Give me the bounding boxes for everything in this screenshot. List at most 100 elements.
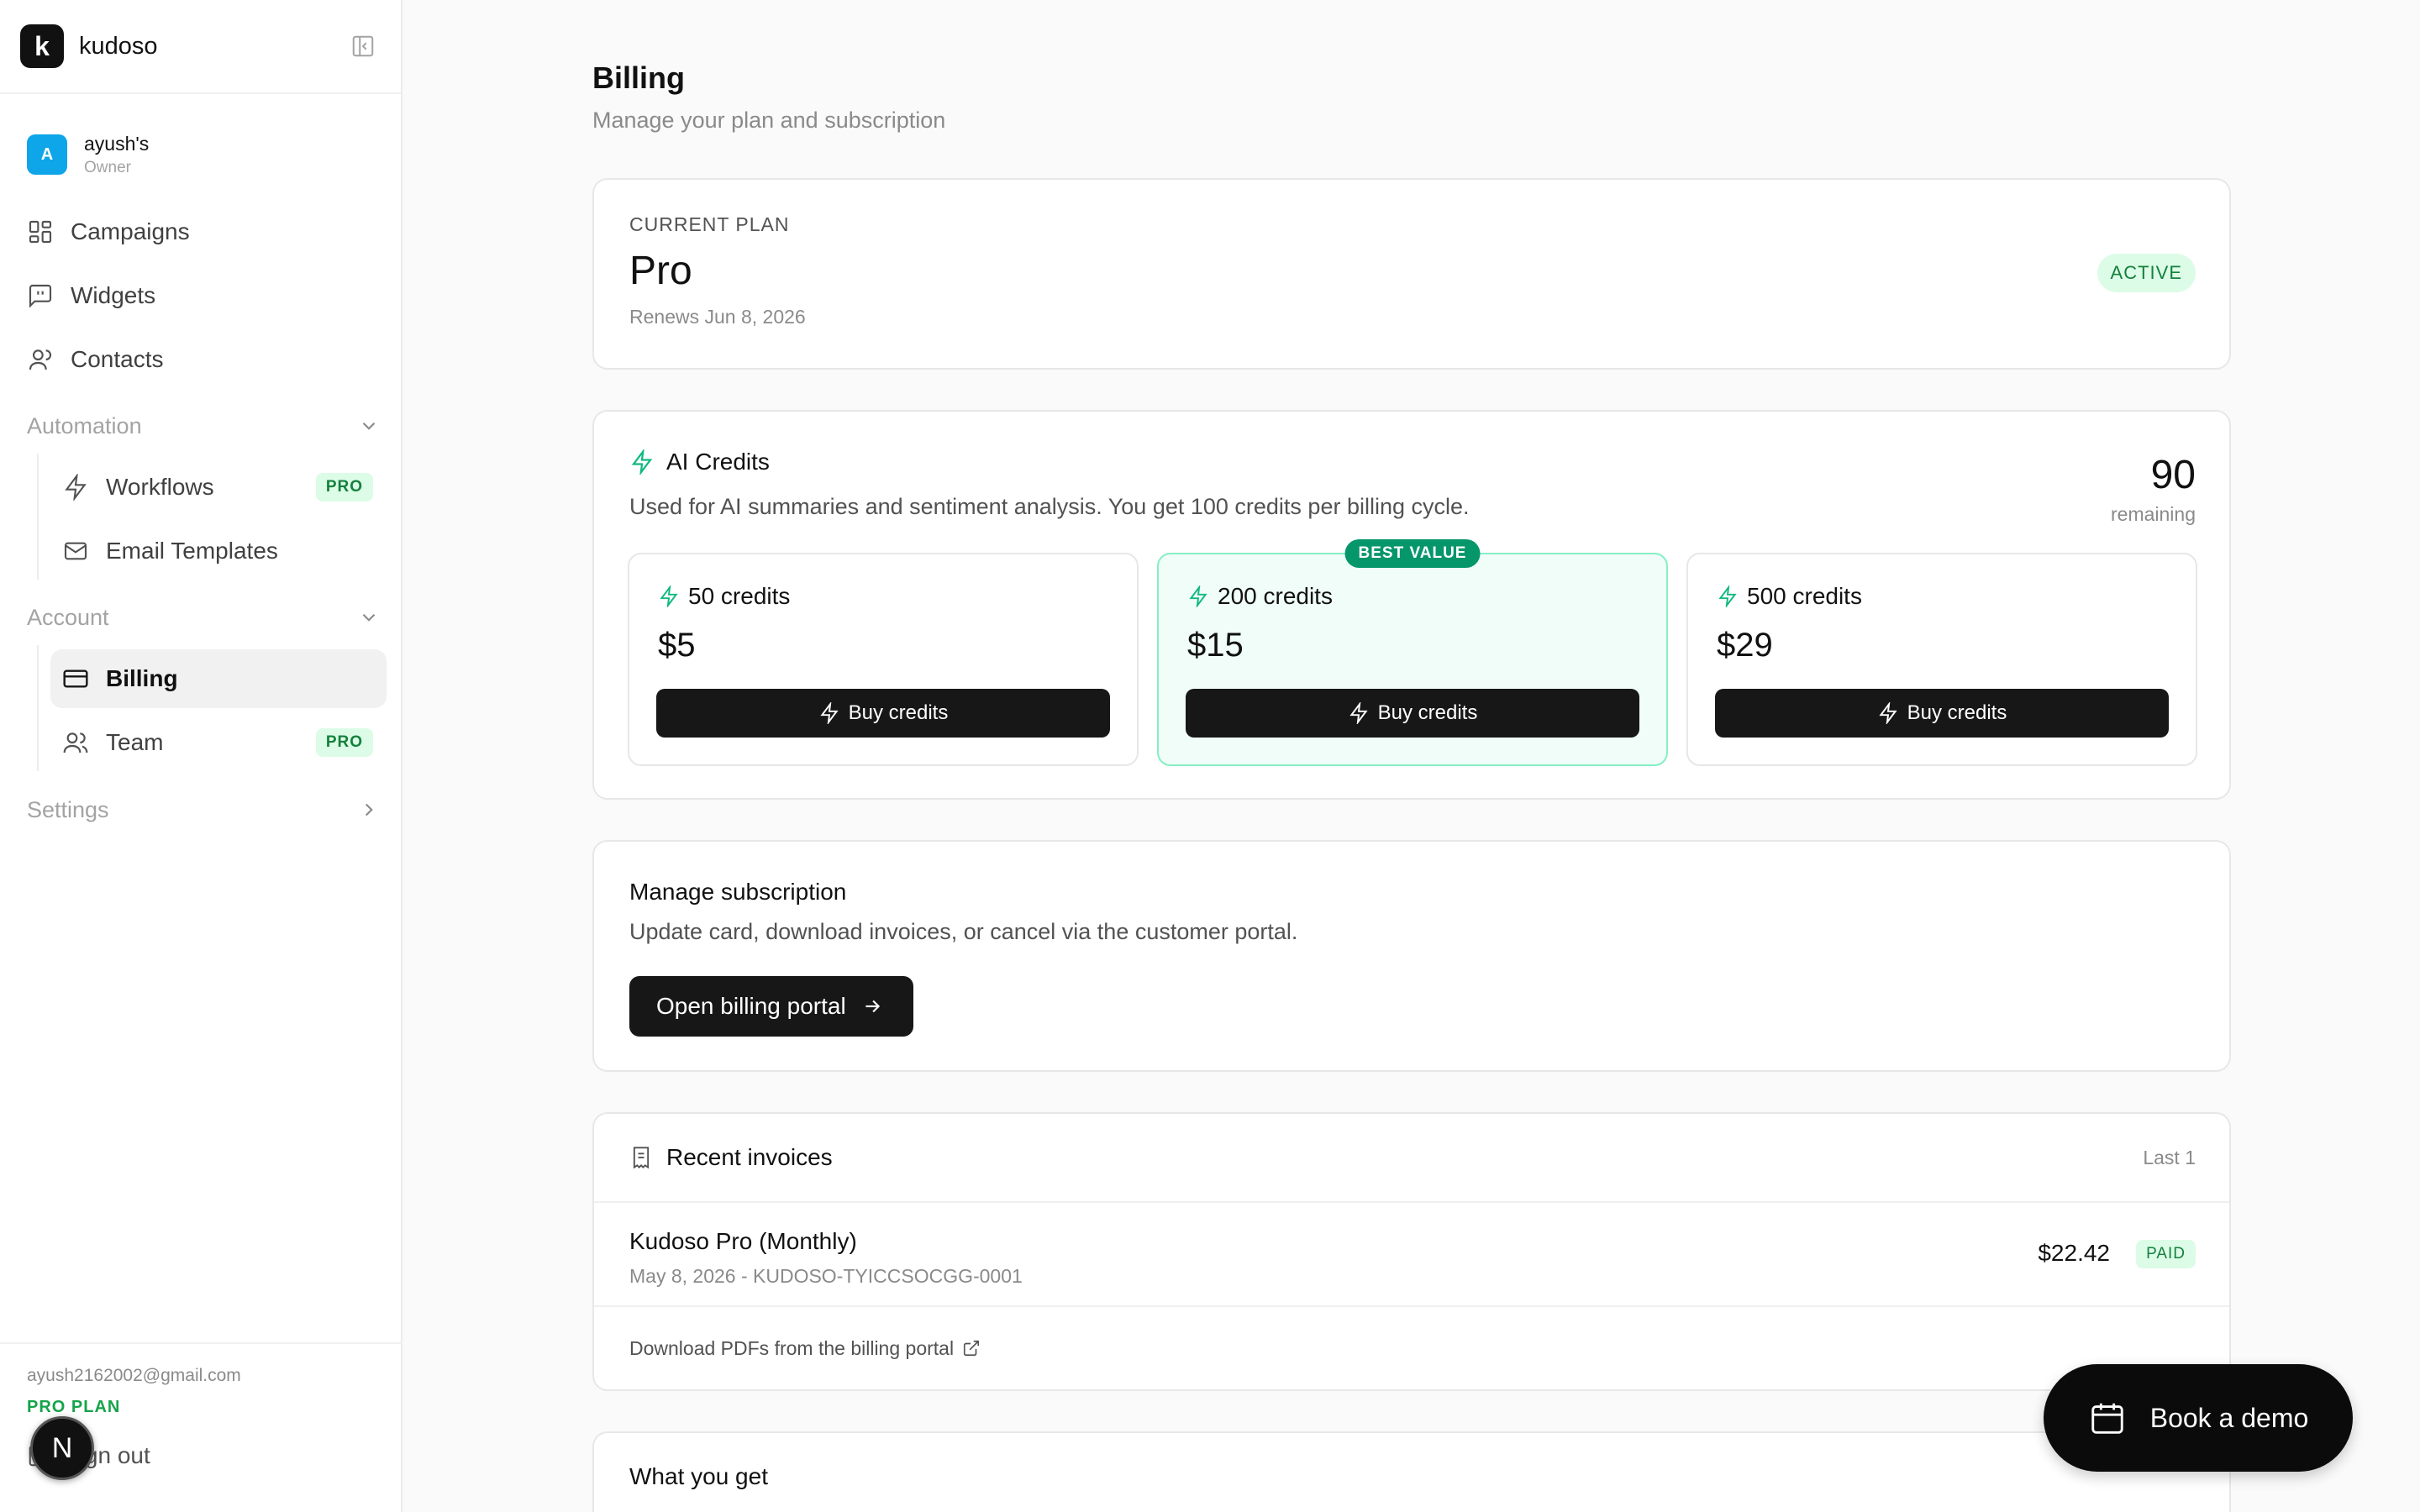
workspace-avatar: A [27,134,67,175]
portal-button-label: Open billing portal [656,993,846,1019]
arrow-right-icon [865,1000,880,1013]
subscription-description: Update card, download invoices, or cance… [629,919,1298,944]
brand-logo[interactable]: k [20,24,64,68]
plan-name: Pro [629,249,692,293]
zap-icon [660,585,678,607]
manage-subscription-card: Manage subscription Update card, downloa… [592,840,2231,1072]
nav-guide-line [37,454,39,580]
invoices-title: Recent invoices [666,1144,833,1170]
open-billing-portal-button[interactable]: Open billing portal [629,976,913,1037]
book-demo-button[interactable]: Book a demo [2044,1364,2353,1472]
sidebar-item-billing[interactable]: Billing [50,649,387,708]
subscription-title: Manage subscription [629,879,847,905]
sidebar-item-label: Workflows [106,474,214,500]
pack-price: $29 [1717,627,1773,664]
remaining-count: 90 [2150,453,2196,497]
buy-credits-button[interactable]: Buy credits [1715,689,2169,738]
credits-title: AI Credits [666,449,770,475]
pack-credits: 50 credits [688,583,791,609]
credit-pack-best-value: BEST VALUE 200 credits $15 Buy credits [1157,539,1668,766]
pack-price: $15 [1187,627,1244,664]
brand-name[interactable]: kudoso [79,33,158,60]
message-square-quote-icon [29,284,52,308]
workspace-name: ayush's [84,133,150,155]
pack-credits: 200 credits [1218,583,1333,609]
section-label: Account [27,604,109,630]
sidebar-item-label: Contacts [71,346,164,372]
sidebar-item-email-templates[interactable]: Email Templates [50,522,387,580]
credits-description: Used for AI summaries and sentiment anal… [629,494,1470,519]
zap-icon [1189,585,1207,607]
section-automation[interactable]: Automation [27,405,380,447]
user-icon [29,349,51,370]
pack-price: $5 [658,627,696,664]
credit-card-icon [63,669,88,688]
section-account[interactable]: Account [27,596,380,638]
section-label: Settings [27,796,109,822]
buy-credits-button[interactable]: Buy credits [1186,689,1639,738]
pack-credits: 500 credits [1747,583,1862,609]
pro-badge: PRO [315,728,373,757]
user-email: ayush2162002@gmail.com [27,1366,241,1385]
pro-badge: PRO [315,473,373,501]
best-value-badge: BEST VALUE [1344,539,1481,568]
page-title: Billing [592,60,685,95]
credits-header: AI Credits [629,449,2194,475]
zap-icon [820,702,839,724]
invoice-amount: $22.42 [2038,1240,2110,1266]
sidebar-item-label: Campaigns [71,218,190,244]
invoices-header: Recent invoices Last 1 [594,1114,2229,1203]
external-link-icon [963,1340,980,1357]
status-badge: PAID [2136,1240,2196,1268]
benefits-title: What you get [629,1463,768,1489]
invoices-range: Last 1 [2143,1146,2196,1168]
calendar-icon [2091,1403,2123,1434]
chevron-right-icon [365,803,373,816]
status-badge: ACTIVE [2096,254,2196,292]
zap-icon [1718,585,1737,607]
mail-icon [64,542,87,560]
download-pdfs-label: Download PDFs from the billing portal [629,1336,955,1359]
user-plan: PRO PLAN [27,1398,121,1416]
sidebar-item-widgets[interactable]: Widgets [25,266,387,325]
sidebar-item-team[interactable]: Team PRO [50,713,387,772]
zap-icon [65,474,87,501]
users-icon [63,732,88,753]
sidebar-item-label: Widgets [71,282,156,308]
buy-credits-label: Buy credits [848,701,949,724]
download-pdfs-link[interactable]: Download PDFs from the billing portal [594,1307,2229,1389]
receipt-icon [633,1147,650,1169]
nav-guide-line [37,645,39,771]
section-settings[interactable]: Settings [27,789,380,831]
invoice-name: Kudoso Pro (Monthly) [629,1228,857,1254]
invoice-meta: May 8, 2026 - KUDOSO-TYICCSOCGG-0001 [629,1265,1023,1287]
what-you-get-card: What you get [592,1431,2231,1512]
workspace-role: Owner [84,159,131,176]
section-label: Automation [27,412,142,438]
zap-icon [631,449,653,475]
sidebar-item-label: Email Templates [106,538,278,564]
page-subtitle: Manage your plan and subscription [592,108,946,133]
plan-renewal: Renews Jun 8, 2026 [629,306,806,328]
plan-eyebrow: CURRENT PLAN [629,213,790,235]
zap-icon [1349,702,1368,724]
sidebar-collapse-icon[interactable] [350,34,376,59]
remaining-label: remaining [2111,503,2196,525]
current-plan-card: CURRENT PLAN Pro Renews Jun 8, 2026 ACTI… [592,178,2231,370]
buy-credits-label: Buy credits [1907,701,2007,724]
credit-packs: 50 credits $5 Buy credits BEST VALUE 200… [628,539,2197,766]
buy-credits-button[interactable]: Buy credits [656,689,1110,738]
buy-credits-label: Buy credits [1377,701,1478,724]
sidebar-item-contacts[interactable]: Contacts [25,330,387,389]
sidebar-item-campaigns[interactable]: Campaigns [25,202,387,261]
floating-avatar[interactable]: N [30,1416,94,1480]
sidebar: k kudoso A ayush's Owner Campaigns Widge… [0,0,402,1512]
sidebar-item-label: Team [106,729,164,755]
sidebar-item-workflows[interactable]: Workflows PRO [50,458,387,517]
ai-credits-card: AI Credits Used for AI summaries and sen… [592,410,2231,800]
credits-remaining: 90 remaining [2111,452,2196,526]
invoice-row: Kudoso Pro (Monthly) May 8, 2026 - KUDOS… [594,1203,2229,1307]
recent-invoices-card: Recent invoices Last 1 Kudoso Pro (Month… [592,1112,2231,1391]
zap-icon [1879,702,1897,724]
chevron-down-icon [362,613,376,622]
